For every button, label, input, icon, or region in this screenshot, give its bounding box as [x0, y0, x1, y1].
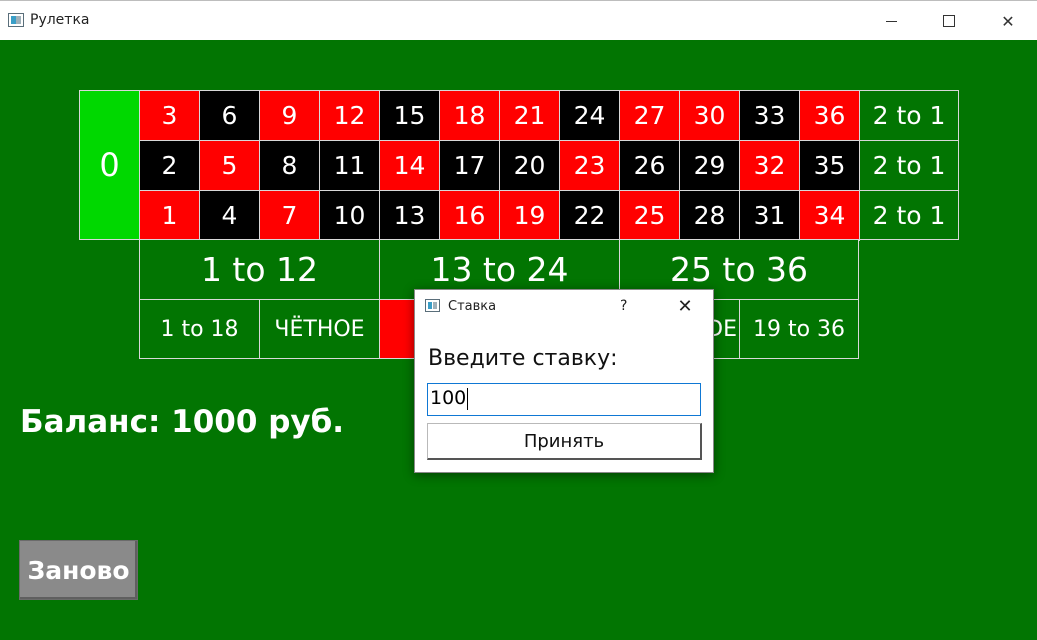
bet-number-11[interactable]: 11: [319, 140, 380, 191]
dialog-close-button[interactable]: ✕: [671, 294, 699, 318]
bet-number-21[interactable]: 21: [499, 90, 560, 141]
help-button[interactable]: ?: [620, 298, 627, 314]
bet-number-12[interactable]: 12: [319, 90, 380, 141]
bet-amount-value: 100: [430, 387, 467, 409]
bet-number-3[interactable]: 3: [139, 90, 200, 141]
bet-number-7[interactable]: 7: [259, 190, 320, 241]
dialog-title: Ставка: [448, 299, 497, 314]
bet-number-14[interactable]: 14: [379, 140, 440, 191]
bet-number-4[interactable]: 4: [199, 190, 260, 241]
close-icon: ✕: [677, 295, 693, 317]
bet-number-18[interactable]: 18: [439, 90, 500, 141]
bet-number-8[interactable]: 8: [259, 140, 320, 191]
bet-number-2[interactable]: 2: [139, 140, 200, 191]
restart-button[interactable]: Заново: [19, 540, 138, 600]
bet-number-9[interactable]: 9: [259, 90, 320, 141]
bet-number-29[interactable]: 29: [679, 140, 740, 191]
bet-number-35[interactable]: 35: [799, 140, 860, 191]
bet-number-23[interactable]: 23: [559, 140, 620, 191]
bet-number-24[interactable]: 24: [559, 90, 620, 141]
bet-number-19[interactable]: 19: [499, 190, 560, 241]
close-icon: ✕: [1001, 11, 1015, 31]
bet-number-33[interactable]: 33: [739, 90, 800, 141]
bet-number-20[interactable]: 20: [499, 140, 560, 191]
bet-prompt-label: Введите ставку:: [428, 346, 618, 371]
bet-number-17[interactable]: 17: [439, 140, 500, 191]
bet-number-5[interactable]: 5: [199, 140, 260, 191]
minimize-button[interactable]: [868, 3, 914, 39]
bet-column-top[interactable]: 2 to 1: [859, 90, 959, 141]
bet-column-middle[interactable]: 2 to 1: [859, 140, 959, 191]
bet-low[interactable]: 1 to 18: [139, 299, 260, 359]
maximize-icon: [943, 15, 955, 27]
bet-number-10[interactable]: 10: [319, 190, 380, 241]
bet-even[interactable]: ЧЁТНОЕ: [259, 299, 380, 359]
bet-number-32[interactable]: 32: [739, 140, 800, 191]
close-button[interactable]: ✕: [985, 3, 1031, 39]
maximize-button[interactable]: [926, 3, 972, 39]
balance-label: Баланс: 1000 руб.: [20, 404, 345, 440]
bet-number-16[interactable]: 16: [439, 190, 500, 241]
bet-number-15[interactable]: 15: [379, 90, 440, 141]
bet-number-36[interactable]: 36: [799, 90, 860, 141]
window-title: Рулетка: [30, 12, 90, 28]
bet-number-30[interactable]: 30: [679, 90, 740, 141]
bet-number-6[interactable]: 6: [199, 90, 260, 141]
app-icon: [8, 13, 24, 27]
bet-column-bottom[interactable]: 2 to 1: [859, 190, 959, 240]
dialog-app-icon: [425, 299, 440, 312]
bet-number-26[interactable]: 26: [619, 140, 680, 191]
minimize-icon: [885, 20, 897, 22]
bet-number-27[interactable]: 27: [619, 90, 680, 141]
bet-dozen-1[interactable]: 1 to 12: [139, 239, 380, 300]
bet-number-25[interactable]: 25: [619, 190, 680, 241]
bet-number-1[interactable]: 1: [139, 190, 200, 241]
bet-number-31[interactable]: 31: [739, 190, 800, 241]
window-titlebar: Рулетка ✕: [0, 0, 1037, 40]
accept-button[interactable]: Принять: [427, 423, 702, 460]
bet-number-13[interactable]: 13: [379, 190, 440, 241]
bet-number-34[interactable]: 34: [799, 190, 860, 241]
bet-number-28[interactable]: 28: [679, 190, 740, 241]
bet-zero[interactable]: 0: [79, 90, 140, 240]
bet-high[interactable]: 19 to 36: [739, 299, 859, 359]
text-caret: [467, 387, 469, 410]
bet-dialog: Ставка ? ✕ Введите ставку: 100 Принять: [414, 289, 714, 473]
bet-amount-input[interactable]: 100: [427, 383, 701, 416]
bet-number-22[interactable]: 22: [559, 190, 620, 241]
